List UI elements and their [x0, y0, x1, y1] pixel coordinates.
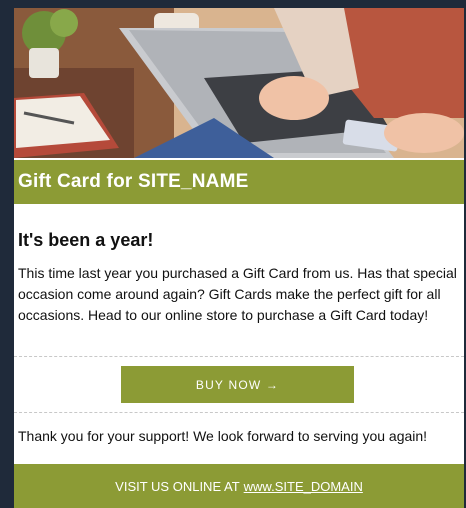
hero-image	[14, 8, 464, 158]
buy-now-button[interactable]: BUY NOW →	[121, 366, 354, 403]
footer-bar: VISIT US ONLINE AT www.SITE_DOMAIN	[14, 464, 464, 508]
email-container: Gift Card for SITE_NAME It's been a year…	[14, 8, 464, 508]
section-heading: It's been a year!	[18, 230, 154, 250]
email-title: Gift Card for SITE_NAME	[18, 171, 249, 192]
footer-prefix: VISIT US ONLINE AT	[115, 478, 240, 494]
divider	[14, 412, 464, 413]
body-text: This time last year you purchased a Gift…	[18, 265, 457, 323]
site-domain-link[interactable]: www.SITE_DOMAIN	[244, 479, 363, 494]
title-bar: Gift Card for SITE_NAME	[14, 160, 464, 204]
thanks-text: Thank you for your support! We look forw…	[18, 428, 428, 444]
divider	[14, 356, 464, 357]
